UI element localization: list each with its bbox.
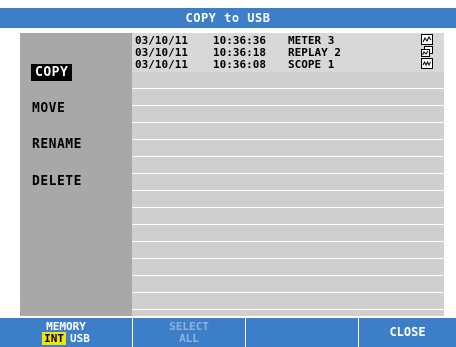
empty-row [132,243,444,259]
empty-row [132,107,444,123]
memory-label: MEMORY [46,320,86,333]
empty-row [132,192,444,208]
menu-item-delete[interactable]: DELETE [28,173,86,190]
empty-row [132,294,444,310]
file-name: SCOPE 1 [288,58,335,71]
file-list: 03/10/11 10:36:36 METER 3 03/10/11 10:36… [132,33,444,316]
select-all-softkey[interactable]: SELECT ALL [133,318,246,347]
meter-file-icon [421,34,433,45]
empty-row [132,260,444,276]
softkey-bar: MEMORY INT USB SELECT ALL CLOSE [0,318,456,347]
close-label: CLOSE [389,325,426,339]
file-row[interactable]: 03/10/11 10:36:08 SCOPE 1 [132,57,444,72]
blank-softkey [246,318,359,347]
empty-row [132,175,444,191]
usb-option[interactable]: USB [70,332,90,345]
close-softkey[interactable]: CLOSE [359,318,456,347]
menu-item-rename[interactable]: RENAME [28,136,86,153]
empty-row [132,90,444,106]
memory-source-toggle[interactable]: INT USB [0,332,132,345]
file-date: 03/10/11 [135,58,188,71]
title-bar: COPY to USB [0,8,456,28]
empty-row [132,141,444,157]
empty-row [132,277,444,293]
scope-file-icon [421,58,433,69]
file-time: 10:36:08 [213,58,266,71]
empty-row [132,209,444,225]
menu-item-copy[interactable]: COPY [31,64,73,81]
int-option[interactable]: INT [42,332,66,345]
menu-item-move[interactable]: MOVE [28,100,69,117]
empty-row [132,73,444,89]
empty-row [132,226,444,242]
memory-softkey[interactable]: MEMORY INT USB [0,318,133,347]
replay-file-icon [421,46,433,57]
screen: COPY to USB COPY MOVE RENAME DELETE 03/1… [0,0,456,347]
empty-row [132,124,444,140]
empty-row [132,158,444,174]
select-all-line2: ALL [179,332,199,345]
